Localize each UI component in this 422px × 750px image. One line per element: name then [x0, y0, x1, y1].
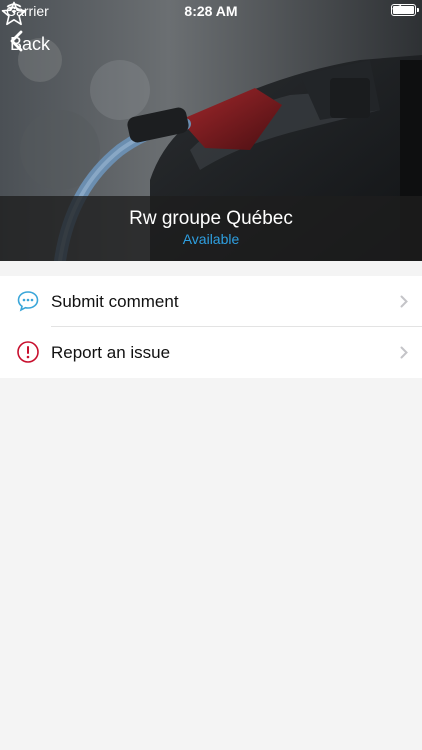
chevron-left-icon — [10, 30, 23, 52]
report-issue-item[interactable]: Report an issue — [0, 327, 422, 378]
station-status: Available — [182, 231, 240, 247]
report-issue-label: Report an issue — [51, 342, 171, 362]
station-title-band: Rw groupe Québec Available — [0, 196, 422, 261]
back-button[interactable]: Back — [10, 30, 50, 58]
action-menu: Submit comment Report an issue — [0, 276, 422, 378]
submit-comment-item[interactable]: Submit comment — [0, 276, 422, 327]
favorite-star-icon[interactable] — [0, 0, 28, 28]
chevron-right-icon — [400, 346, 408, 359]
submit-comment-label: Submit comment — [51, 291, 179, 311]
status-time: 8:28 AM — [184, 3, 238, 19]
hero-image: Carrier 8:28 AM Back Rw groupe Québec Av… — [0, 0, 422, 261]
comment-icon — [17, 291, 39, 312]
alert-icon — [17, 341, 39, 363]
station-name: Rw groupe Québec — [129, 208, 293, 229]
battery-icon — [391, 4, 419, 16]
status-bar: Carrier 8:28 AM — [0, 0, 422, 22]
chevron-right-icon — [400, 295, 408, 308]
status-right — [391, 4, 419, 16]
